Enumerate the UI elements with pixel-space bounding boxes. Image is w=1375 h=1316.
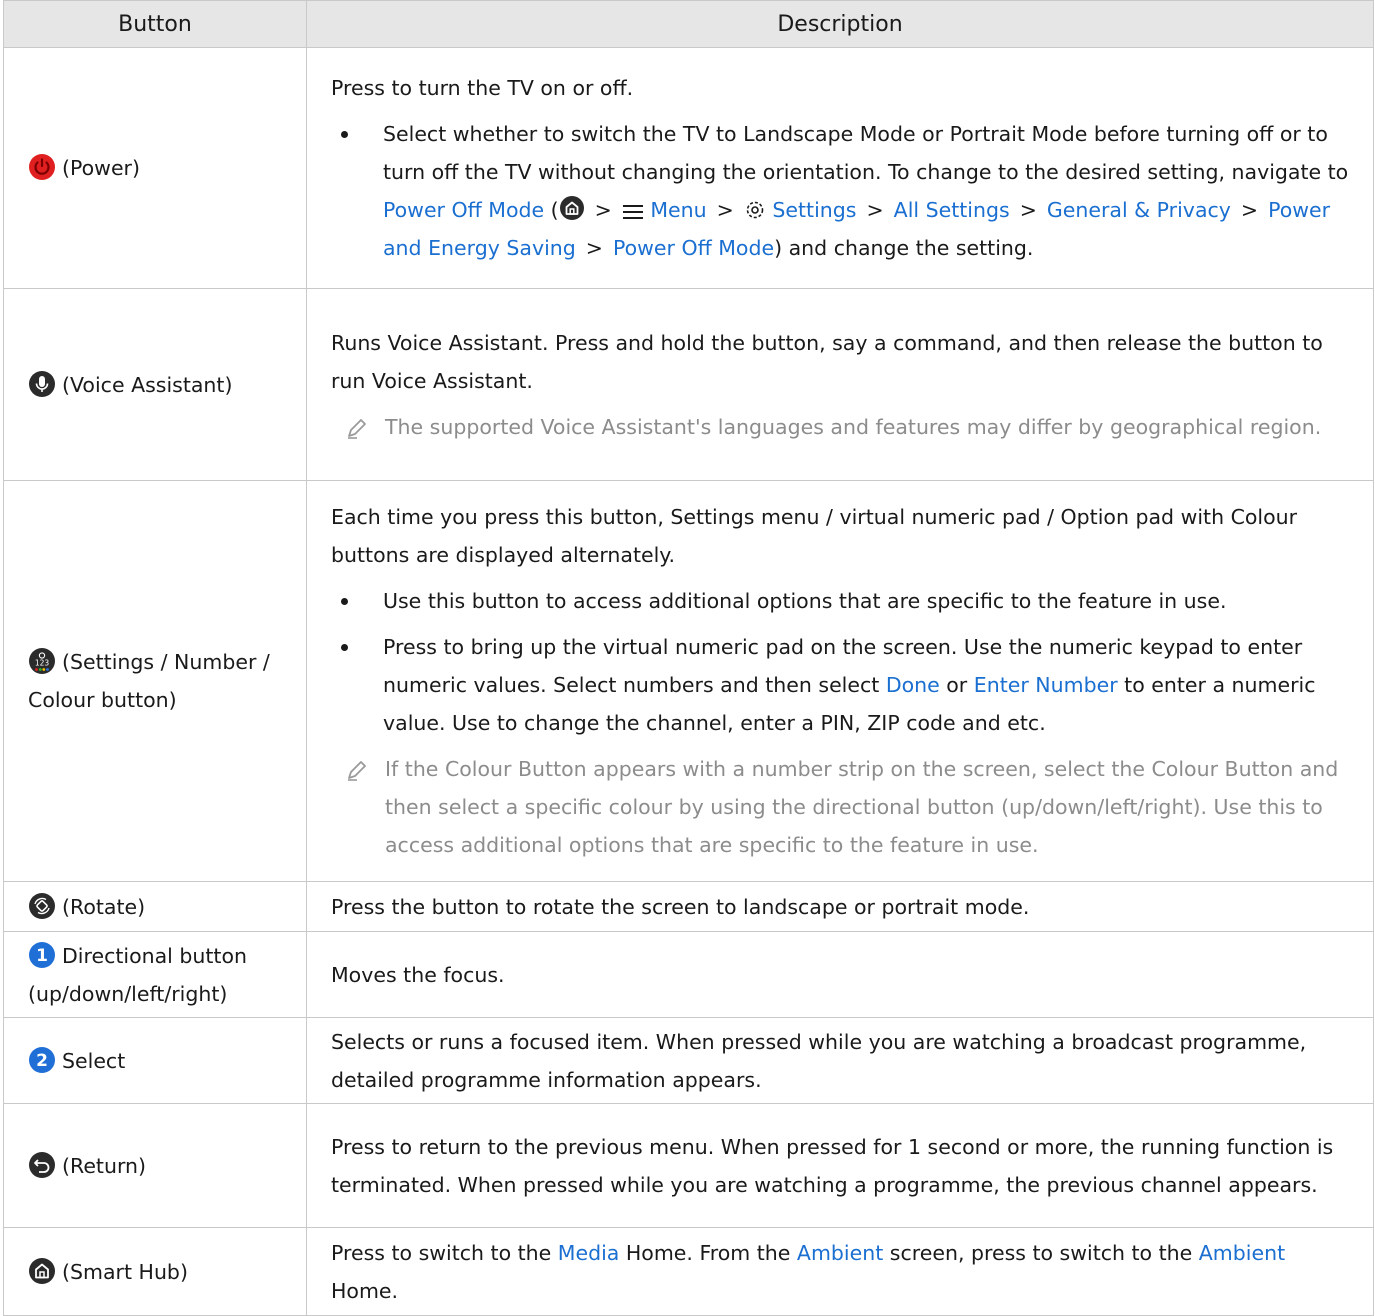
settings-bullet-2: Press to bring up the virtual numeric pa… (331, 628, 1357, 742)
link-enter-number[interactable]: Enter Number (974, 673, 1118, 697)
link-menu[interactable]: Menu (650, 198, 706, 222)
gear-icon (746, 201, 764, 219)
description-cell-select: Selects or runs a focused item. When pre… (306, 1017, 1374, 1104)
description-cell-return: Press to return to the previous menu. Wh… (306, 1103, 1374, 1228)
remote-buttons-table: Button Description (Power) Press to turn… (3, 0, 1374, 1316)
link-settings[interactable]: Settings (772, 198, 856, 222)
button-cell-smarthub: (Smart Hub) (3, 1227, 307, 1316)
button-label-return: (Return) (62, 1153, 147, 1178)
table-row-select: 2 Select Selects or runs a focused item. … (3, 1017, 1374, 1104)
link-general-privacy[interactable]: General & Privacy (1047, 198, 1231, 222)
description-cell-rotate: Press the button to rotate the screen to… (306, 881, 1374, 932)
voice-note: The supported Voice Assistant's language… (331, 408, 1357, 446)
button-cell-voice: (Voice Assistant) (3, 288, 307, 481)
home-icon (29, 1257, 55, 1284)
table-header: Button Description (3, 0, 1374, 48)
rotate-icon (29, 892, 55, 919)
button-cell-select: 2 Select (3, 1017, 307, 1104)
description-cell-power: Press to turn the TV on or off. Select w… (306, 47, 1374, 289)
button-label-settings: (Settings / Number / Colour button) (28, 650, 270, 712)
button-label-select: Select (62, 1048, 126, 1073)
settings-note: If the Colour Button appears with a numb… (331, 750, 1357, 864)
microphone-icon (29, 370, 55, 397)
button-cell-power: (Power) (3, 47, 307, 289)
link-power-off-mode[interactable]: Power Off Mode (383, 198, 544, 222)
button-cell-directional: 1 Directional button (up/down/left/right) (3, 931, 307, 1018)
number-badge-1: 1 (29, 941, 55, 968)
button-label-smarthub: (Smart Hub) (62, 1259, 188, 1284)
table-row-rotate: (Rotate) Press the button to rotate the … (3, 881, 1374, 932)
power-intro: Press to turn the TV on or off. (331, 76, 634, 100)
pen-icon (348, 761, 366, 781)
settings-text: Each time you press this button, Setting… (331, 505, 1298, 567)
button-label-voice: (Voice Assistant) (62, 372, 233, 397)
return-icon (29, 1151, 55, 1178)
number-badge-2: 2 (29, 1046, 55, 1073)
settings-bullet-1: Use this button to access additional opt… (331, 582, 1357, 620)
button-label-power: (Power) (62, 156, 140, 180)
table-row-return: (Return) Press to return to the previous… (3, 1103, 1374, 1228)
settings-note-text: If the Colour Button appears with a numb… (385, 757, 1339, 857)
pen-icon (348, 418, 366, 439)
voice-text: Runs Voice Assistant. Press and hold the… (331, 330, 1323, 393)
table-row-smarthub: (Smart Hub) Press to switch to the Media… (3, 1227, 1374, 1316)
svg-text:1: 1 (36, 946, 48, 966)
link-ambient-2[interactable]: Ambient (1199, 1241, 1285, 1265)
voice-note-text: The supported Voice Assistant's language… (385, 414, 1322, 439)
power-bullet: Select whether to switch the TV to Lands… (331, 115, 1357, 267)
header-button: Button (3, 0, 307, 48)
button-cell-rotate: (Rotate) (3, 881, 307, 932)
link-ambient-1[interactable]: Ambient (797, 1241, 883, 1265)
menu-icon (622, 205, 643, 219)
home-icon (559, 196, 584, 220)
table-row-directional: 1 Directional button (up/down/left/right)… (3, 931, 1374, 1018)
button-cell-return: (Return) (3, 1103, 307, 1228)
table-row-voice: (Voice Assistant) Runs Voice Assistant. … (3, 288, 1374, 481)
description-cell-smarthub: Press to switch to the Media Home. From … (306, 1227, 1374, 1316)
description-cell-directional: Moves the focus. (306, 931, 1374, 1018)
button-label-directional: Directional button (up/down/left/right) (28, 943, 248, 1006)
svg-text:123: 123 (35, 659, 50, 668)
power-icon (29, 154, 55, 180)
svg-text:2: 2 (36, 1051, 48, 1071)
link-media[interactable]: Media (558, 1241, 620, 1265)
link-all-settings[interactable]: All Settings (894, 198, 1010, 222)
link-power-off-mode-2[interactable]: Power Off Mode (613, 236, 774, 260)
link-done[interactable]: Done (886, 673, 940, 697)
table-row-power: (Power) Press to turn the TV on or off. … (3, 47, 1374, 289)
button-cell-settings: 123 (Settings / Number / Colour button) (3, 480, 307, 882)
button-label-rotate: (Rotate) (62, 894, 146, 919)
table-row-settings: 123 (Settings / Number / Colour button) E… (3, 480, 1374, 882)
description-cell-settings: Each time you press this button, Setting… (306, 480, 1374, 882)
settings-number-icon: 123 (29, 648, 55, 674)
description-cell-voice: Runs Voice Assistant. Press and hold the… (306, 288, 1374, 481)
header-description: Description (306, 0, 1374, 48)
